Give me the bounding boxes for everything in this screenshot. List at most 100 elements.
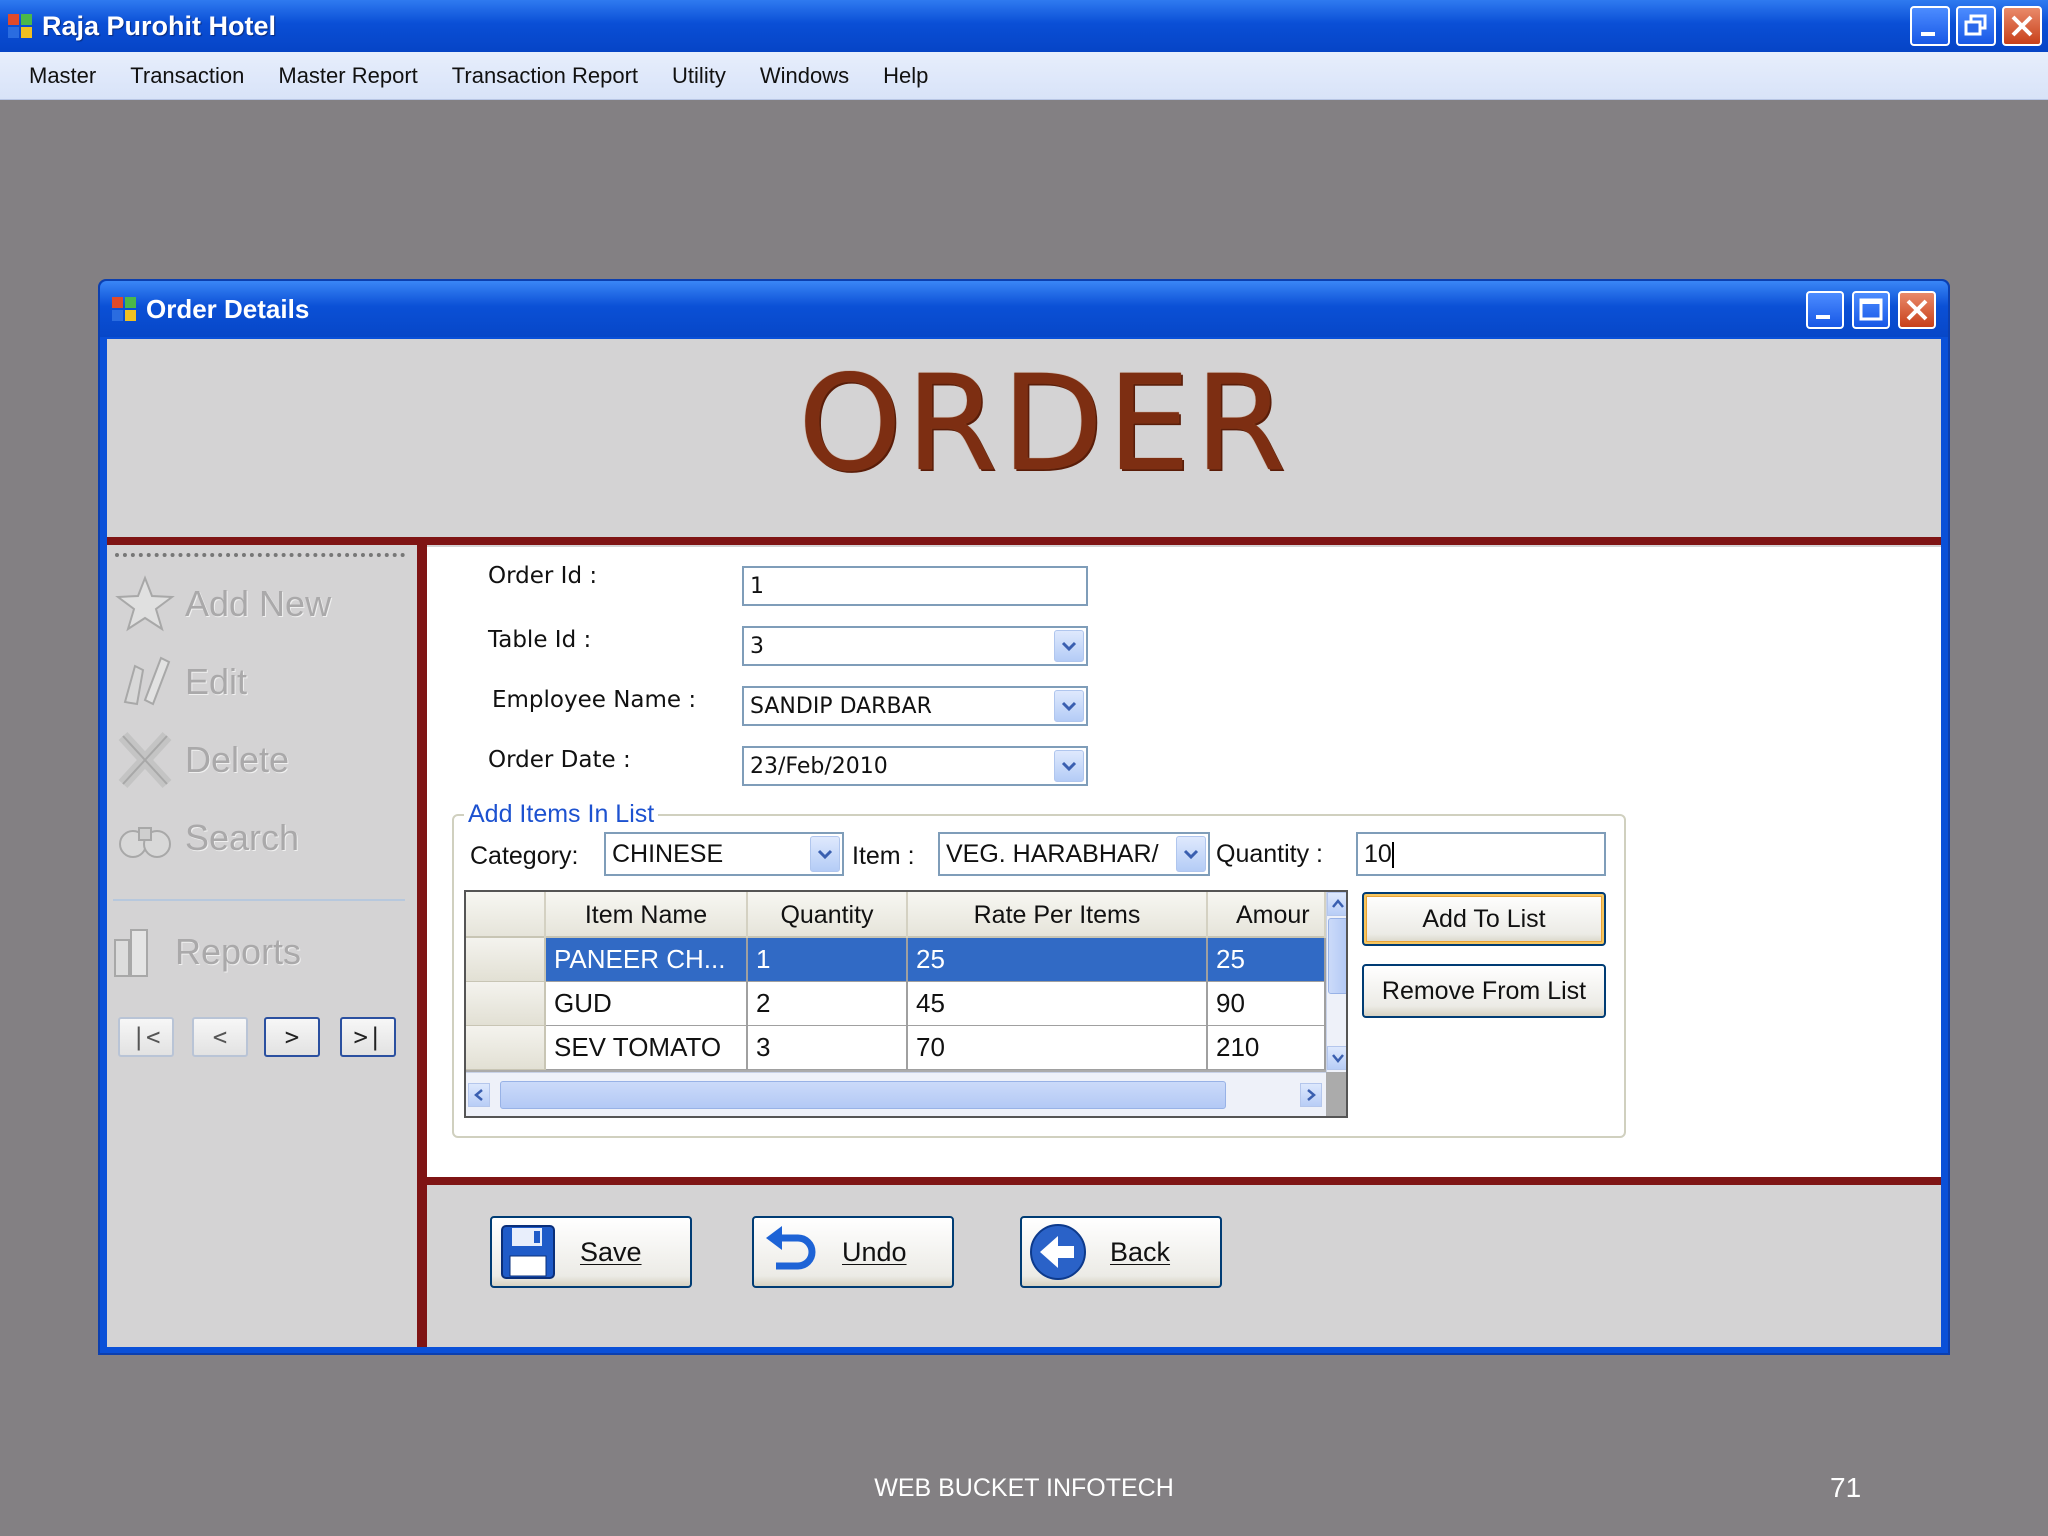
cell-rate[interactable]: 25 (908, 938, 1208, 982)
nav-add-new-label: Add New (185, 583, 332, 624)
scroll-up-icon[interactable] (1327, 892, 1346, 916)
nav-separator (113, 899, 405, 901)
reports-icon (103, 920, 167, 984)
dialog-minimize-button[interactable] (1806, 291, 1844, 329)
order-date-value: 23/Feb/2010 (750, 754, 888, 779)
order-items-grid[interactable]: Item Name Quantity Rate Per Items Amour … (464, 890, 1348, 1118)
table-row[interactable]: GUD 2 45 90 (466, 982, 1326, 1026)
header-panel: ORDER (107, 339, 1941, 539)
quantity-input[interactable]: 10 (1356, 832, 1606, 876)
dialog-close-button[interactable] (1898, 291, 1936, 329)
menu-help[interactable]: Help (868, 63, 947, 89)
table-row[interactable]: PANEER CH... 1 25 25 (466, 938, 1326, 982)
nav-reports-label: Reports (175, 931, 302, 972)
previous-record-button[interactable]: < (192, 1017, 248, 1057)
maximize-icon (1859, 298, 1883, 321)
add-to-list-button[interactable]: Add To List (1362, 892, 1606, 946)
chevron-down-icon[interactable] (1054, 750, 1084, 782)
chevron-down-icon[interactable] (1176, 836, 1206, 872)
scroll-right-icon[interactable] (1300, 1083, 1322, 1107)
vertical-scroll-thumb[interactable] (1328, 918, 1346, 994)
dialog-titlebar: Order Details (100, 281, 1948, 337)
previous-record-icon: < (212, 1023, 228, 1051)
order-id-field[interactable]: 1 (742, 566, 1088, 606)
text-cursor (1391, 842, 1394, 869)
cell-quantity[interactable]: 3 (748, 1026, 908, 1070)
restore-button[interactable] (1956, 6, 1996, 46)
grid-horizontal-scrollbar[interactable] (466, 1072, 1326, 1116)
close-icon (1906, 299, 1928, 321)
cell-item-name[interactable]: PANEER CH... (546, 938, 748, 982)
column-header-rate[interactable]: Rate Per Items (908, 892, 1208, 938)
table-id-label: Table Id : (488, 627, 592, 653)
row-header[interactable] (466, 1026, 546, 1070)
row-header[interactable] (466, 938, 546, 982)
menu-utility[interactable]: Utility (657, 63, 745, 89)
menu-transaction[interactable]: Transaction (115, 63, 263, 89)
left-navigation: Add New Edit Delete Search Reports (107, 547, 417, 1347)
menu-transaction-report[interactable]: Transaction Report (437, 63, 657, 89)
table-id-value: 3 (750, 634, 764, 659)
next-record-button[interactable]: > (264, 1017, 320, 1057)
nav-edit[interactable]: Edit (113, 647, 247, 717)
undo-arrow-icon (766, 1226, 816, 1270)
close-icon (2011, 15, 2033, 37)
scroll-down-icon[interactable] (1327, 1046, 1346, 1070)
grid-vertical-scrollbar[interactable] (1326, 892, 1346, 1072)
nav-add-new[interactable]: Add New (113, 569, 331, 639)
add-items-legend: Add Items In List (464, 800, 659, 829)
menu-master-report[interactable]: Master Report (263, 63, 436, 89)
cell-rate[interactable]: 45 (908, 982, 1208, 1026)
form-divider (427, 1177, 1941, 1185)
chevron-down-icon[interactable] (1054, 630, 1084, 662)
order-date-picker[interactable]: 23/Feb/2010 (742, 746, 1088, 786)
column-header-quantity[interactable]: Quantity (748, 892, 908, 938)
cell-amount[interactable]: 90 (1208, 982, 1326, 1026)
table-row[interactable]: SEV TOMATO 3 70 210 (466, 1026, 1326, 1070)
scroll-left-icon[interactable] (468, 1083, 490, 1107)
app-icon (8, 14, 32, 38)
category-select[interactable]: CHINESE (604, 832, 844, 876)
binoculars-icon (113, 806, 177, 870)
undo-button[interactable]: Undo (752, 1216, 954, 1288)
item-select[interactable]: VEG. HARABHAR/ (938, 832, 1210, 876)
row-header[interactable] (466, 982, 546, 1026)
minimize-icon (1921, 32, 1935, 36)
undo-label: Undo (842, 1236, 907, 1267)
column-header-item-name[interactable]: Item Name (546, 892, 748, 938)
grid-corner (466, 892, 546, 938)
cell-quantity[interactable]: 1 (748, 938, 908, 982)
chevron-down-icon[interactable] (810, 836, 840, 872)
cell-item-name[interactable]: SEV TOMATO (546, 1026, 748, 1070)
column-header-amount[interactable]: Amour (1208, 892, 1326, 938)
nav-search[interactable]: Search (113, 803, 299, 873)
cell-quantity[interactable]: 2 (748, 982, 908, 1026)
table-id-select[interactable]: 3 (742, 626, 1088, 666)
horizontal-scroll-thumb[interactable] (500, 1081, 1226, 1109)
employee-name-label: Employee Name : (492, 687, 697, 713)
back-label: Back (1110, 1236, 1171, 1267)
next-record-icon: > (284, 1023, 300, 1051)
dialog-title: Order Details (146, 293, 310, 324)
last-record-button[interactable]: >| (340, 1017, 396, 1057)
nav-delete[interactable]: Delete (113, 725, 289, 795)
menu-master[interactable]: Master (14, 63, 115, 89)
employee-name-select[interactable]: SANDIP DARBAR (742, 686, 1088, 726)
close-button[interactable] (2002, 6, 2042, 46)
cell-amount[interactable]: 210 (1208, 1026, 1326, 1070)
nav-reports[interactable]: Reports (103, 917, 301, 987)
back-button[interactable]: Back (1020, 1216, 1222, 1288)
cell-item-name[interactable]: GUD (546, 982, 748, 1026)
nav-divider (417, 537, 427, 1347)
cell-rate[interactable]: 70 (908, 1026, 1208, 1070)
chevron-down-icon[interactable] (1054, 690, 1084, 722)
category-label: Category: (470, 842, 579, 870)
cell-amount[interactable]: 25 (1208, 938, 1326, 982)
remove-from-list-button[interactable]: Remove From List (1362, 964, 1606, 1018)
header-divider (107, 537, 1941, 545)
menu-windows[interactable]: Windows (745, 63, 868, 89)
save-button[interactable]: Save (490, 1216, 692, 1288)
first-record-button[interactable]: |< (118, 1017, 174, 1057)
dialog-maximize-button[interactable] (1852, 291, 1890, 329)
minimize-button[interactable] (1910, 6, 1950, 46)
